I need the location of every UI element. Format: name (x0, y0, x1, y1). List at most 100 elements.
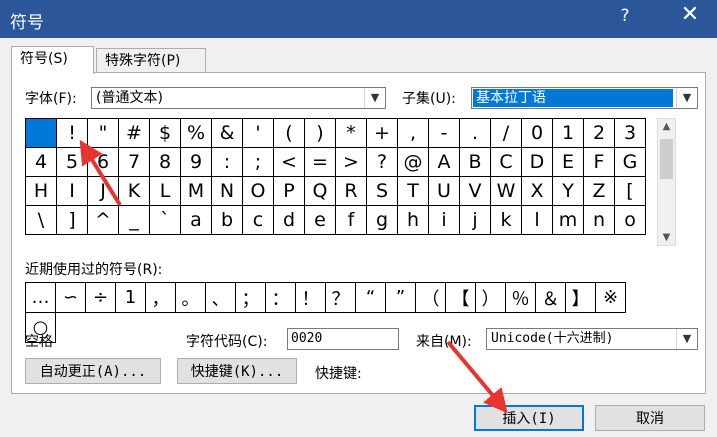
symbol-cell[interactable]: . (460, 119, 491, 148)
symbol-cell[interactable]: J (88, 177, 119, 206)
recent-symbol-cell[interactable]: ， (146, 283, 176, 313)
symbol-cell[interactable]: # (119, 119, 150, 148)
symbol-cell[interactable]: & (212, 119, 243, 148)
symbol-cell[interactable]: 3 (615, 119, 646, 148)
symbol-cell[interactable]: ) (305, 119, 336, 148)
symbol-cell[interactable]: 9 (181, 148, 212, 177)
recent-symbol-cell[interactable]: … (26, 283, 56, 313)
symbol-cell[interactable]: 6 (88, 148, 119, 177)
close-button[interactable]: ✕ (675, 2, 705, 27)
symbol-cell[interactable]: X (522, 177, 553, 206)
recent-symbol-cell[interactable]: 】 (566, 283, 596, 313)
symbol-cell[interactable]: [ (615, 177, 646, 206)
symbol-cell[interactable]: E (553, 148, 584, 177)
symbol-cell[interactable]: ? (367, 148, 398, 177)
symbol-cell[interactable]: ] (57, 206, 88, 235)
symbol-cell[interactable]: f (336, 206, 367, 235)
symbol-cell[interactable]: T (398, 177, 429, 206)
symbol-cell[interactable]: M (181, 177, 212, 206)
symbol-cell[interactable]: L (150, 177, 181, 206)
symbol-cell[interactable]: ! (57, 119, 88, 148)
symbol-cell[interactable]: b (212, 206, 243, 235)
chevron-down-icon[interactable]: ▼ (676, 329, 697, 349)
symbol-cell[interactable]: ' (243, 119, 274, 148)
symbol-cell[interactable]: < (274, 148, 305, 177)
scroll-down-icon[interactable]: ▼ (658, 232, 675, 243)
symbol-cell[interactable]: 5 (57, 148, 88, 177)
symbol-cell[interactable]: K (119, 177, 150, 206)
cancel-button[interactable]: 取消 (595, 405, 705, 431)
recent-symbol-cell[interactable]: 【 (446, 283, 476, 313)
symbol-cell[interactable]: ` (150, 206, 181, 235)
insert-button[interactable]: 插入(I) (474, 405, 584, 431)
scroll-thumb[interactable] (660, 139, 673, 179)
shortcut-key-button[interactable]: 快捷键(K)... (177, 358, 297, 384)
symbol-cell[interactable]: $ (150, 119, 181, 148)
symbol-cell[interactable]: Q (305, 177, 336, 206)
recent-symbol-cell[interactable]: ％ (506, 283, 536, 313)
recent-symbol-cell[interactable]: ＆ (536, 283, 566, 313)
recent-symbol-cell[interactable]: 1 (116, 283, 146, 313)
symbol-cell[interactable]: > (336, 148, 367, 177)
symbol-cell[interactable]: j (460, 206, 491, 235)
symbol-cell[interactable]: N (212, 177, 243, 206)
symbol-cell[interactable]: c (243, 206, 274, 235)
symbol-cell[interactable] (26, 119, 57, 148)
symbol-cell[interactable]: 1 (553, 119, 584, 148)
symbol-cell[interactable]: ; (243, 148, 274, 177)
help-button[interactable]: ? (613, 6, 637, 26)
recent-symbol-cell[interactable]: ！ (296, 283, 326, 313)
subset-select[interactable]: 基本拉丁语 ▼ (471, 87, 698, 109)
chevron-down-icon[interactable]: ▼ (676, 88, 697, 108)
symbol-cell[interactable]: - (429, 119, 460, 148)
symbol-cell[interactable]: + (367, 119, 398, 148)
symbol-cell[interactable]: l (522, 206, 553, 235)
symbol-cell[interactable]: 2 (584, 119, 615, 148)
chevron-down-icon[interactable]: ▼ (364, 88, 385, 108)
symbol-cell[interactable]: O (243, 177, 274, 206)
symbol-cell[interactable]: Z (584, 177, 615, 206)
recent-symbol-cell[interactable]: ※ (596, 283, 626, 313)
symbol-cell[interactable]: 7 (119, 148, 150, 177)
recent-symbol-cell[interactable]: ” (386, 283, 416, 313)
symbol-cell[interactable]: * (336, 119, 367, 148)
symbol-cell[interactable]: a (181, 206, 212, 235)
tab-special-characters[interactable]: 特殊字符(P) (96, 48, 206, 72)
character-code-input[interactable]: 0020 (287, 328, 399, 350)
symbol-cell[interactable]: d (274, 206, 305, 235)
symbol-cell[interactable]: I (57, 177, 88, 206)
symbol-cell[interactable]: W (491, 177, 522, 206)
symbol-cell[interactable]: g (367, 206, 398, 235)
recent-symbol-cell[interactable]: （ (416, 283, 446, 313)
symbol-cell[interactable]: B (460, 148, 491, 177)
symbol-cell[interactable]: C (491, 148, 522, 177)
recent-symbol-cell[interactable]: ∽ (56, 283, 86, 313)
symbol-cell[interactable]: : (212, 148, 243, 177)
scroll-up-icon[interactable]: ▲ (658, 121, 675, 132)
symbol-cell[interactable]: P (274, 177, 305, 206)
symbol-cell[interactable]: m (553, 206, 584, 235)
symbol-cell[interactable]: H (26, 177, 57, 206)
symbol-cell[interactable]: 0 (522, 119, 553, 148)
symbol-cell[interactable]: _ (119, 206, 150, 235)
symbol-cell[interactable]: F (584, 148, 615, 177)
recent-symbol-cell[interactable]: “ (356, 283, 386, 313)
symbol-cell[interactable]: e (305, 206, 336, 235)
symbol-cell[interactable]: D (522, 148, 553, 177)
symbol-cell[interactable]: G (615, 148, 646, 177)
symbol-cell[interactable]: R (336, 177, 367, 206)
tab-symbols[interactable]: 符号(S) (11, 46, 94, 74)
symbol-cell[interactable]: , (398, 119, 429, 148)
symbol-cell[interactable]: U (429, 177, 460, 206)
recent-symbol-cell[interactable]: 、 (206, 283, 236, 313)
symbol-cell[interactable]: V (460, 177, 491, 206)
symbol-cell[interactable]: Y (553, 177, 584, 206)
recent-symbol-cell[interactable]: ： (266, 283, 296, 313)
symbol-cell[interactable]: A (429, 148, 460, 177)
symbol-cell[interactable]: o (615, 206, 646, 235)
recent-symbol-cell[interactable]: ？ (326, 283, 356, 313)
symbol-cell[interactable]: ( (274, 119, 305, 148)
font-select[interactable]: (普通文本) ▼ (91, 87, 386, 109)
symbol-cell[interactable]: \ (26, 206, 57, 235)
from-select[interactable]: Unicode(十六进制) ▼ (486, 328, 698, 350)
